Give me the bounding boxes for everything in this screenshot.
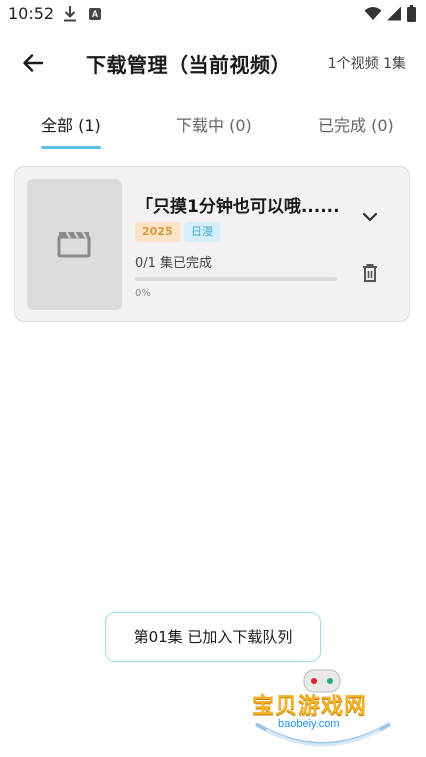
- signal-icon: [386, 6, 402, 25]
- trash-icon: [363, 264, 377, 282]
- tab-completed[interactable]: 已完成 (0): [318, 112, 394, 136]
- region-tag: 日漫: [184, 222, 220, 242]
- download-manager-screen: 10:52 A 下载管理（当前视频） 1个视频 1集 全部 (1) 下载中 (0…: [0, 0, 426, 757]
- active-tab-indicator: [41, 146, 101, 149]
- tab-downloading[interactable]: 下载中 (0): [176, 112, 252, 136]
- back-button[interactable]: [18, 48, 48, 78]
- download-progress-bar: [135, 277, 337, 281]
- page-title: 下载管理（当前视频）: [86, 53, 291, 77]
- video-thumbnail: [27, 179, 122, 310]
- battery-icon: [407, 5, 416, 26]
- download-status-icon: [62, 5, 78, 27]
- video-title: 「只摸1分钟也可以哦......: [136, 197, 340, 217]
- app-bar: 下载管理（当前视频） 1个视频 1集: [0, 38, 426, 86]
- toast-message: 第01集 已加入下载队列: [105, 612, 321, 662]
- watermark-url: baobeiy.com: [278, 718, 340, 730]
- status-time: 10:52: [8, 4, 55, 23]
- delete-button[interactable]: [358, 261, 382, 285]
- app-notification-icon: A: [89, 8, 101, 20]
- video-episode-counter: 1个视频 1集: [327, 56, 406, 72]
- filter-tabs: 全部 (1) 下载中 (0) 已完成 (0): [0, 104, 426, 154]
- site-watermark: 宝贝游戏网 baobeiy.com: [248, 664, 396, 754]
- status-bar: 10:52 A: [0, 0, 426, 30]
- tab-all[interactable]: 全部 (1): [41, 112, 101, 136]
- chevron-down-icon: [362, 212, 378, 222]
- arrow-left-icon: [23, 54, 44, 72]
- watermark-text: 宝贝游戏网: [252, 694, 368, 719]
- episode-progress-text: 0/1 集已完成: [135, 256, 213, 271]
- year-tag: 2025: [135, 222, 180, 242]
- app-notification-letter: A: [91, 9, 99, 19]
- download-progress-percent: 0%: [135, 288, 151, 299]
- expand-button[interactable]: [358, 205, 382, 229]
- clapperboard-icon: [57, 228, 91, 262]
- wifi-icon: [364, 6, 382, 25]
- download-item-card[interactable]: 「只摸1分钟也可以哦...... 2025 日漫 0/1 集已完成 0%: [14, 166, 410, 322]
